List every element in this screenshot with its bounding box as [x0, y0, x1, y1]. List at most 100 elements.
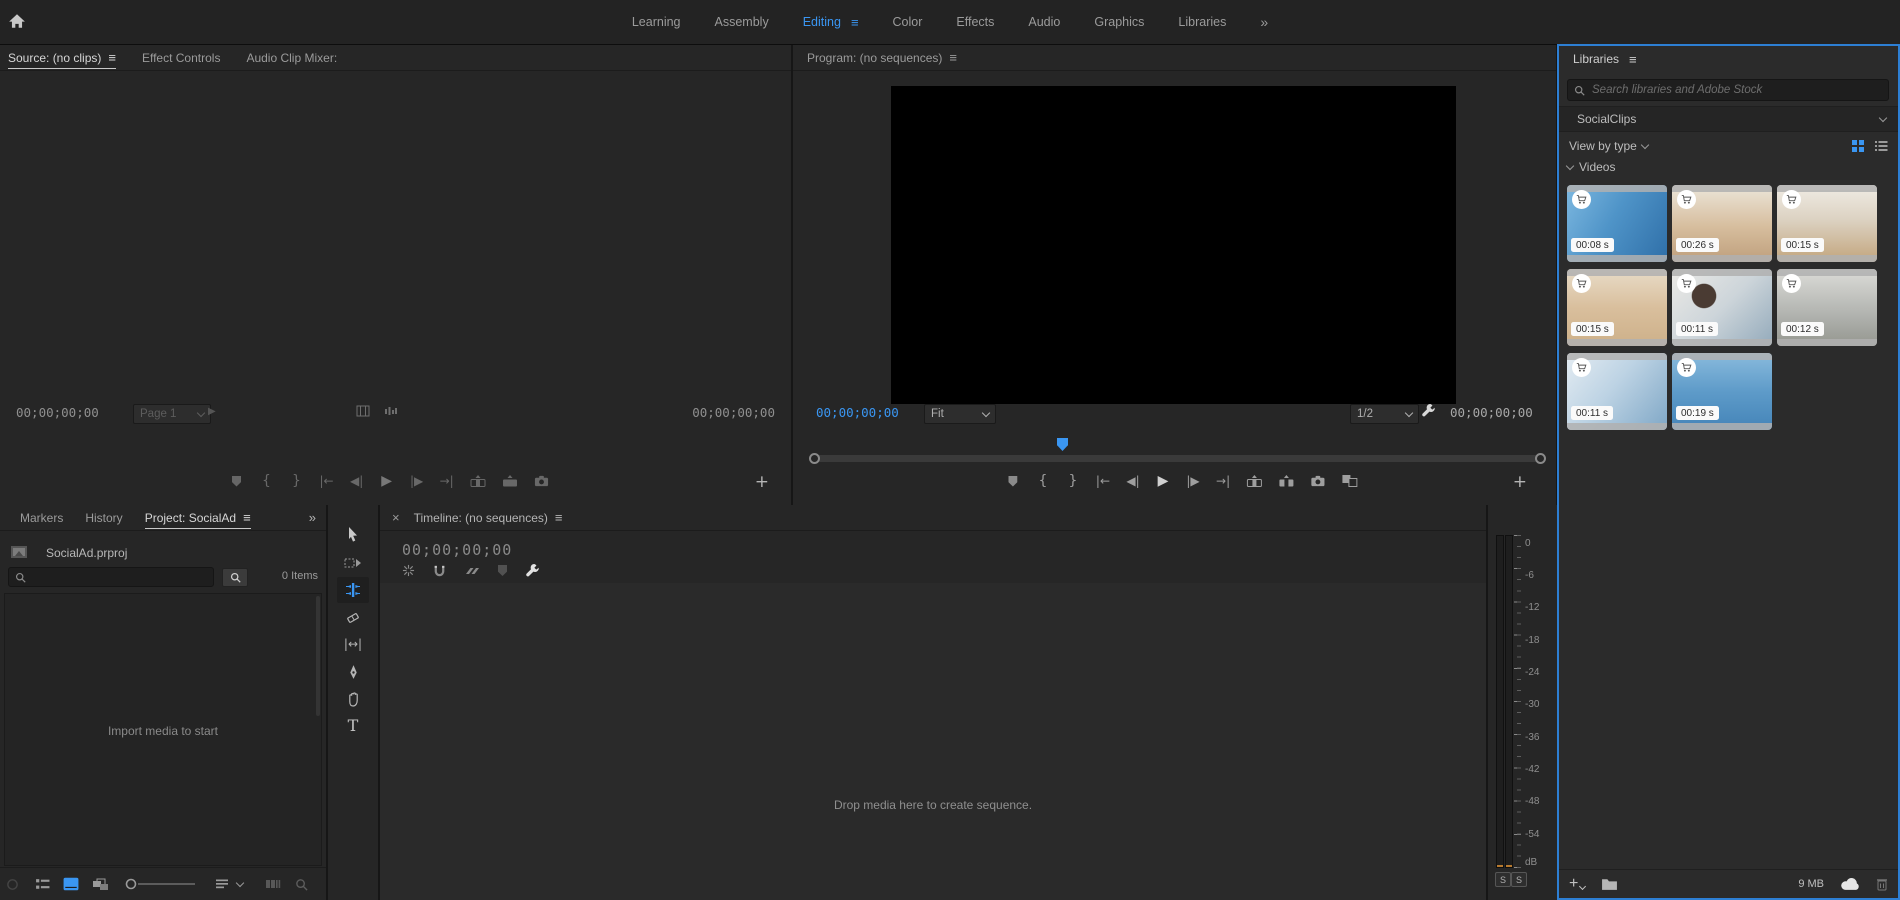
video-card[interactable]: 00:11 s [1567, 353, 1667, 430]
source-page-play-icon[interactable]: ▶ [208, 406, 216, 417]
new-folder-icon[interactable] [1601, 877, 1618, 891]
freeform-view-icon[interactable] [92, 878, 109, 891]
razor-tool[interactable] [337, 605, 369, 631]
add-to-cart-icon[interactable] [1677, 190, 1696, 209]
add-to-cart-icon[interactable] [1572, 358, 1591, 377]
settings-wrench-icon[interactable] [1421, 403, 1436, 418]
source-button-editor-icon[interactable]: + [755, 472, 769, 492]
video-card[interactable]: 00:12 s [1777, 269, 1877, 346]
linked-selection-icon[interactable] [464, 565, 480, 577]
add-marker-icon[interactable] [498, 565, 507, 576]
home-icon[interactable] [8, 12, 32, 32]
go-to-in-icon[interactable]: |← [1096, 474, 1110, 488]
close-icon[interactable]: × [392, 510, 400, 525]
list-view-icon[interactable] [1874, 140, 1888, 152]
library-select[interactable]: SocialClips [1559, 106, 1898, 132]
mark-in-icon[interactable]: { [1036, 473, 1050, 489]
workspace-tab-effects[interactable]: Effects [956, 15, 994, 29]
add-marker-icon[interactable] [1006, 476, 1020, 487]
workspace-overflow-icon[interactable]: » [1260, 14, 1268, 30]
solo-left-button[interactable]: S [1495, 872, 1511, 887]
find-icon[interactable] [295, 878, 308, 891]
video-card[interactable]: 00:15 s [1777, 185, 1877, 262]
timeline-panel-menu-icon[interactable]: ≡ [555, 511, 563, 524]
project-panel-menu-icon[interactable]: ≡ [243, 511, 251, 524]
program-button-editor-icon[interactable]: + [1513, 472, 1527, 492]
project-search-input[interactable] [31, 570, 207, 584]
pen-tool[interactable] [337, 659, 369, 685]
program-resolution-select[interactable]: 1/2 [1350, 404, 1419, 424]
trash-icon[interactable] [1876, 877, 1888, 891]
mark-out-icon[interactable]: } [1066, 473, 1080, 489]
add-to-cart-icon[interactable] [1677, 274, 1696, 293]
export-frame-icon[interactable] [534, 475, 549, 487]
scrollbar-right-handle[interactable] [1535, 453, 1546, 464]
scrollbar-left-handle[interactable] [809, 453, 820, 464]
step-back-icon[interactable]: ◀| [1126, 474, 1140, 488]
go-to-in-icon[interactable]: |← [320, 474, 334, 488]
overwrite-icon[interactable] [502, 475, 518, 488]
mark-out-icon[interactable]: } [290, 473, 304, 489]
mark-in-icon[interactable]: { [260, 473, 274, 489]
timeline-settings-wrench-icon[interactable] [525, 563, 540, 578]
program-zoom-scrollbar[interactable] [810, 455, 1545, 462]
snap-magnet-icon[interactable] [433, 564, 446, 577]
automate-to-sequence-icon[interactable] [265, 878, 281, 890]
drag-audio-only-icon[interactable] [384, 405, 398, 417]
go-to-out-icon[interactable]: →| [1216, 474, 1230, 488]
timeline-drop-zone[interactable]: Drop media here to create sequence. [380, 583, 1486, 900]
libraries-search-input[interactable] [1590, 83, 1882, 97]
workspace-tab-learning[interactable]: Learning [632, 15, 681, 29]
solo-right-button[interactable]: S [1511, 872, 1527, 887]
icon-view-icon[interactable] [63, 877, 79, 891]
find-button[interactable] [222, 568, 248, 587]
video-card[interactable]: 00:11 s [1672, 269, 1772, 346]
source-page-select[interactable]: Page 1 [133, 404, 211, 424]
tab-audio-clip-mixer[interactable]: Audio Clip Mixer: [246, 51, 337, 65]
track-select-forward-tool[interactable] [337, 550, 369, 576]
step-forward-icon[interactable]: |▶ [1186, 474, 1200, 488]
hand-tool[interactable] [337, 686, 369, 712]
videos-section-header[interactable]: Videos [1567, 160, 1615, 174]
go-to-out-icon[interactable]: →| [440, 474, 454, 488]
tab-timeline[interactable]: Timeline: (no sequences) ≡ [414, 511, 563, 525]
tab-history[interactable]: History [85, 511, 122, 525]
comparison-view-icon[interactable] [1341, 474, 1357, 488]
ripple-edit-tool[interactable] [337, 577, 369, 603]
grid-view-icon[interactable] [1851, 139, 1865, 153]
libraries-panel-menu-icon[interactable]: ≡ [1629, 53, 1637, 66]
step-back-icon[interactable]: ◀| [350, 474, 364, 488]
project-media-area[interactable]: Import media to start [4, 593, 322, 866]
new-library-item-icon[interactable]: + [1569, 875, 1585, 893]
video-card[interactable]: 00:26 s [1672, 185, 1772, 262]
type-tool[interactable]: T [337, 712, 369, 738]
play-icon[interactable]: ▶ [380, 473, 394, 489]
workspace-tab-color[interactable]: Color [893, 15, 923, 29]
timeline-timecode[interactable]: 00;00;00;00 [402, 541, 512, 559]
selection-tool[interactable] [337, 522, 369, 548]
tab-libraries[interactable]: Libraries [1573, 52, 1619, 66]
program-playhead[interactable] [1057, 438, 1068, 451]
tab-program[interactable]: Program: (no sequences) ≡ [807, 51, 957, 65]
project-scrollbar[interactable] [316, 596, 320, 716]
add-to-cart-icon[interactable] [1782, 190, 1801, 209]
zoom-slider[interactable] [125, 878, 197, 890]
video-card[interactable]: 00:08 s [1567, 185, 1667, 262]
tab-markers[interactable]: Markers [20, 511, 63, 525]
tab-effect-controls[interactable]: Effect Controls [142, 51, 220, 65]
add-marker-icon[interactable] [230, 476, 244, 487]
project-writable-icon[interactable] [6, 878, 19, 891]
step-forward-icon[interactable]: |▶ [410, 474, 424, 488]
cloud-sync-icon[interactable] [1840, 878, 1860, 891]
insert-icon[interactable] [470, 475, 486, 488]
workspace-menu-icon[interactable]: ≡ [851, 16, 859, 29]
source-panel-menu-icon[interactable]: ≡ [108, 51, 116, 64]
view-by-type-dropdown[interactable]: View by type [1569, 139, 1637, 153]
lift-icon[interactable] [1246, 475, 1262, 488]
play-icon[interactable]: ▶ [1156, 473, 1170, 489]
add-to-cart-icon[interactable] [1677, 358, 1696, 377]
workspace-tab-editing[interactable]: Editing [803, 15, 841, 29]
export-frame-icon[interactable] [1310, 475, 1325, 487]
list-view-icon[interactable] [35, 878, 50, 891]
program-panel-menu-icon[interactable]: ≡ [949, 51, 957, 64]
